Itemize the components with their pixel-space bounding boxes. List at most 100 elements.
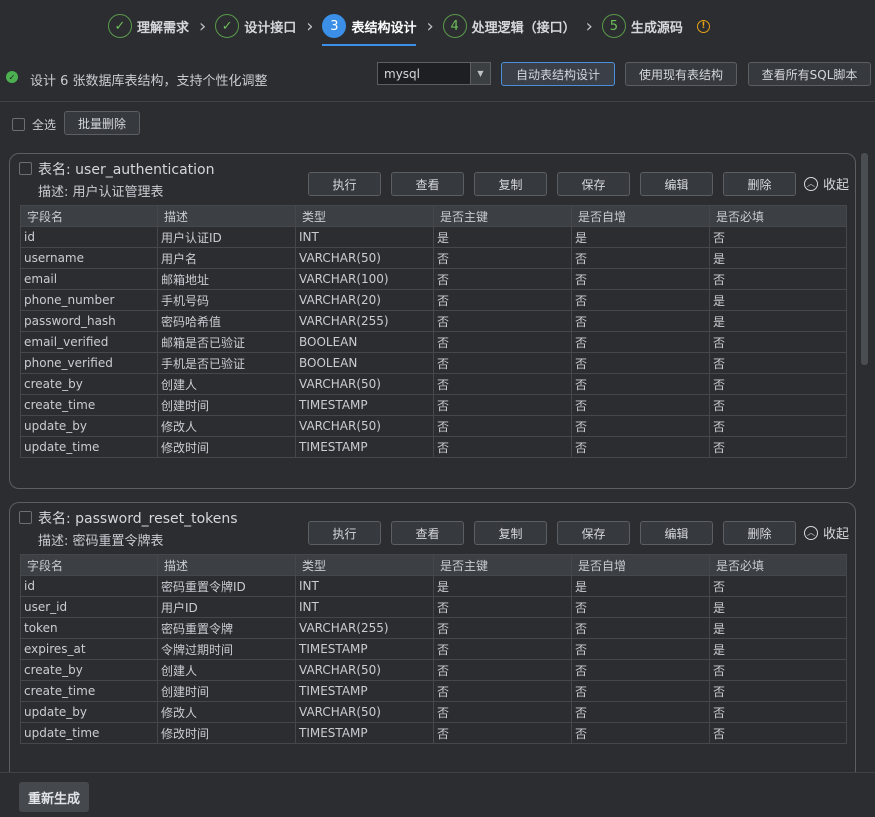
table-cell: 密码哈希值 [157, 310, 296, 332]
table-row[interactable]: update_by 修改人 VARCHAR(50) 否否否 [20, 415, 847, 437]
table-cell: 否 [709, 436, 847, 458]
step-number: 5 [601, 14, 626, 38]
table-row[interactable]: username 用户名 VARCHAR(50) 否否是 [20, 247, 847, 269]
table-row[interactable]: id 密码重置令牌ID INT 是是否 [20, 575, 847, 597]
table-name: 表名: password_reset_tokens [38, 511, 238, 527]
table-cell: 否 [571, 268, 710, 290]
table-row[interactable]: id 用户认证ID INT 是是否 [20, 226, 847, 248]
table-cell: 否 [709, 268, 847, 290]
copy-button[interactable]: 复制 [474, 521, 547, 545]
table-row[interactable]: create_by 创建人 VARCHAR(50) 否否否 [20, 373, 847, 395]
table-cell: 创建时间 [157, 680, 296, 702]
caret-down-icon[interactable]: ▼ [470, 63, 490, 84]
view-button[interactable]: 查看 [391, 521, 464, 545]
table-cell: 否 [709, 659, 847, 681]
copy-button[interactable]: 复制 [474, 172, 547, 196]
table-row[interactable]: token 密码重置令牌 VARCHAR(255) 否否是 [20, 617, 847, 639]
table-row[interactable]: create_time 创建时间 TIMESTAMP 否否否 [20, 394, 847, 416]
table-cell: 否 [709, 722, 847, 744]
auto-design-button[interactable]: 自动表结构设计 [501, 62, 615, 86]
edit-button[interactable]: 编辑 [640, 521, 713, 545]
step-5[interactable]: 5 生成源码 [601, 0, 683, 52]
table-cell: expires_at [20, 638, 158, 660]
table-row[interactable]: user_id 用户ID INT 否否是 [20, 596, 847, 618]
table-card: 表名: password_reset_tokens 描述: 密码重置令牌表 执行… [9, 502, 856, 772]
table-cell: TIMESTAMP [295, 680, 434, 702]
view-sql-button[interactable]: 查看所有SQL脚本 [748, 62, 871, 86]
delete-button[interactable]: 删除 [723, 521, 796, 545]
table-cell: VARCHAR(50) [295, 659, 434, 681]
step-2[interactable]: ✓ 设计接口 [215, 0, 296, 52]
step-label: 处理逻辑（接口） [471, 20, 576, 36]
column-header: 类型 [295, 554, 434, 576]
table-cell: 否 [433, 722, 572, 744]
table-header-row: 字段名 描述 类型 是否主键 是否自增 是否必填 [20, 205, 847, 227]
save-button[interactable]: 保存 [557, 521, 630, 545]
execute-button[interactable]: 执行 [308, 172, 381, 196]
table-cell: 否 [433, 247, 572, 269]
table-cell: VARCHAR(100) [295, 268, 434, 290]
table-description: 描述: 密码重置令牌表 [38, 534, 164, 549]
table-cell: 创建人 [157, 659, 296, 681]
table-cell: 是 [709, 638, 847, 660]
table-row[interactable]: expires_at 令牌过期时间 TIMESTAMP 否否是 [20, 638, 847, 660]
step-4[interactable]: 4 处理逻辑（接口） [442, 0, 576, 52]
table-row[interactable]: update_by 修改人 VARCHAR(50) 否否否 [20, 701, 847, 723]
vertical-scrollbar[interactable] [861, 153, 868, 365]
table-row[interactable]: update_time 修改时间 TIMESTAMP 否否否 [20, 722, 847, 744]
table-cell: VARCHAR(50) [295, 373, 434, 395]
database-select[interactable]: mysql ▼ [377, 62, 491, 85]
table-cell: 令牌过期时间 [157, 638, 296, 660]
table-row[interactable]: phone_number 手机号码 VARCHAR(20) 否否是 [20, 289, 847, 311]
select-all[interactable]: 全选 [12, 116, 56, 133]
table-cell: 否 [571, 596, 710, 618]
table-cell: 否 [571, 701, 710, 723]
table-cell: 是 [433, 575, 572, 597]
table-cell: password_hash [20, 310, 158, 332]
table-cell: VARCHAR(50) [295, 247, 434, 269]
execute-button[interactable]: 执行 [308, 521, 381, 545]
database-select-value: mysql [384, 67, 420, 81]
select-all-checkbox[interactable] [12, 118, 25, 131]
warning-icon[interactable]: ! [696, 19, 710, 33]
save-button[interactable]: 保存 [557, 172, 630, 196]
table-cell: 否 [433, 268, 572, 290]
table-cell: 是 [709, 289, 847, 311]
step-number: 3 [322, 14, 347, 38]
table-cell: 是 [709, 596, 847, 618]
table-checkbox[interactable] [19, 162, 32, 175]
table-row[interactable]: email 邮箱地址 VARCHAR(100) 否否否 [20, 268, 847, 290]
table-cell: 否 [433, 436, 572, 458]
step-1[interactable]: ✓ 理解需求 [108, 0, 189, 52]
table-cell: TIMESTAMP [295, 394, 434, 416]
table-cell: 否 [433, 701, 572, 723]
table-row[interactable]: create_by 创建人 VARCHAR(50) 否否否 [20, 659, 847, 681]
table-cell: 否 [709, 575, 847, 597]
table-row[interactable]: create_time 创建时间 TIMESTAMP 否否否 [20, 680, 847, 702]
use-existing-button[interactable]: 使用现有表结构 [625, 62, 737, 86]
collapse-toggle[interactable]: ︿ 收起 [804, 523, 849, 542]
view-button[interactable]: 查看 [391, 172, 464, 196]
table-cell: BOOLEAN [295, 331, 434, 353]
table-checkbox[interactable] [19, 511, 32, 524]
table-cell: 否 [571, 331, 710, 353]
table-row[interactable]: update_time 修改时间 TIMESTAMP 否否否 [20, 436, 847, 458]
table-row[interactable]: email_verified 邮箱是否已验证 BOOLEAN 否否否 [20, 331, 847, 353]
table-cell: 手机是否已验证 [157, 352, 296, 374]
regenerate-button[interactable]: 重新生成 [19, 782, 89, 812]
step-label: 设计接口 [244, 20, 297, 36]
batch-delete-button[interactable]: 批量删除 [64, 111, 140, 135]
table-cell: phone_number [20, 289, 158, 311]
table-row[interactable]: phone_verified 手机是否已验证 BOOLEAN 否否否 [20, 352, 847, 374]
edit-button[interactable]: 编辑 [640, 172, 713, 196]
step-3[interactable]: 3 表结构设计 [322, 0, 417, 52]
delete-button[interactable]: 删除 [723, 172, 796, 196]
table-cell: 否 [433, 659, 572, 681]
table-cell: 否 [433, 617, 572, 639]
table-row[interactable]: password_hash 密码哈希值 VARCHAR(255) 否否是 [20, 310, 847, 332]
table-cell: 密码重置令牌 [157, 617, 296, 639]
chevron-right-icon: › [585, 15, 593, 37]
table-cell: 创建时间 [157, 394, 296, 416]
column-header: 是否必填 [709, 205, 847, 227]
collapse-toggle[interactable]: ︿ 收起 [804, 174, 849, 193]
